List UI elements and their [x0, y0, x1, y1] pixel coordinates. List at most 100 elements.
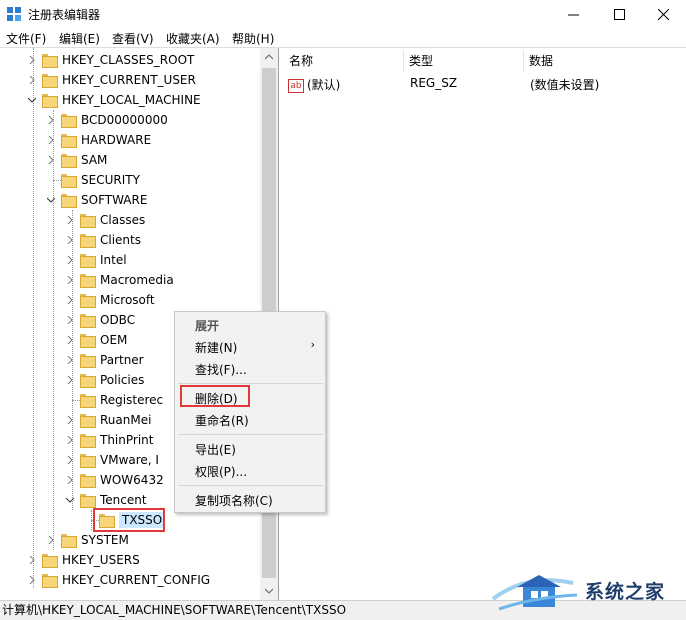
menu-item-rename[interactable]: 重命名(R) — [195, 412, 249, 429]
column-header-data[interactable]: 数据 — [529, 52, 553, 72]
folder-icon — [61, 194, 77, 208]
tree-item-bcd00000000[interactable]: BCD00000000 — [45, 110, 168, 130]
chevron-right-icon[interactable] — [66, 296, 74, 304]
chevron-right-icon[interactable] — [66, 456, 74, 464]
context-menu: 展开 新建(N) › 查找(F)... 删除(D) 重命名(R) 导出(E) 权… — [174, 311, 326, 513]
delete-highlight-box — [180, 385, 250, 407]
maximize-icon — [613, 8, 625, 20]
tree-item-tencent[interactable]: Tencent — [64, 490, 147, 510]
folder-icon — [80, 274, 96, 288]
tree-item-policies[interactable]: Policies — [64, 370, 144, 390]
tree-item-label: Registerec — [100, 393, 164, 407]
tree-item-classes[interactable]: Classes — [64, 210, 145, 230]
chevron-right-icon[interactable] — [47, 156, 55, 164]
chevron-down-icon[interactable] — [66, 496, 74, 504]
tree-item-security[interactable]: SECURITY — [45, 170, 140, 190]
chevron-right-icon[interactable] — [28, 76, 36, 84]
value-data-cell: (数值未设置) — [530, 78, 600, 92]
folder-icon — [61, 154, 77, 168]
tree-item-clients[interactable]: Clients — [64, 230, 141, 250]
folder-icon — [42, 554, 58, 568]
menu-item-new[interactable]: 新建(N) — [195, 339, 237, 356]
chevron-right-icon[interactable] — [28, 576, 36, 584]
tree-item-system[interactable]: SYSTEM — [45, 530, 129, 550]
folder-icon — [42, 94, 58, 108]
tree-item-microsoft[interactable]: Microsoft — [64, 290, 155, 310]
value-list[interactable]: 名称 类型 数据 ab (默认) REG_SZ (数值未设置) — [281, 48, 686, 600]
tree-item-wow6432[interactable]: WOW6432 — [64, 470, 164, 490]
tree-item-label: Policies — [100, 373, 145, 387]
tree-item-oem[interactable]: OEM — [64, 330, 127, 350]
tree-item-hkey-current-config[interactable]: HKEY_CURRENT_CONFIG — [26, 570, 210, 590]
minimize-button[interactable] — [550, 0, 596, 28]
chevron-down-icon[interactable] — [47, 196, 55, 204]
folder-icon — [42, 574, 58, 588]
tree-item-thinprint[interactable]: ThinPrint — [64, 430, 153, 450]
string-value-icon: ab — [288, 78, 304, 93]
menu-favorites[interactable]: 收藏夹(A) — [166, 30, 220, 47]
tree-item-ruanmei[interactable]: RuanMei — [64, 410, 151, 430]
folder-icon — [80, 494, 96, 508]
chevron-right-icon[interactable] — [66, 356, 74, 364]
tree-item-macromedia[interactable]: Macromedia — [64, 270, 174, 290]
tree-item-label: RuanMei — [100, 413, 152, 427]
chevron-right-icon[interactable] — [66, 236, 74, 244]
tree-item-hkey-local-machine[interactable]: HKEY_LOCAL_MACHINE — [26, 90, 201, 110]
menu-item-permissions[interactable]: 权限(P)... — [195, 463, 247, 480]
chevron-right-icon[interactable] — [66, 336, 74, 344]
tree-item-sam[interactable]: SAM — [45, 150, 107, 170]
menu-file[interactable]: 文件(F) — [6, 30, 46, 47]
tree-item-label: HKEY_USERS — [62, 553, 140, 567]
folder-icon — [80, 294, 96, 308]
chevron-right-icon[interactable] — [47, 136, 55, 144]
tree-item-odbc[interactable]: ODBC — [64, 310, 135, 330]
chevron-right-icon[interactable] — [47, 536, 55, 544]
column-header-type[interactable]: 类型 — [409, 52, 433, 72]
tree-item-hardware[interactable]: HARDWARE — [45, 130, 151, 150]
chevron-down-icon[interactable] — [28, 96, 36, 104]
folder-icon — [42, 54, 58, 68]
folder-icon — [80, 454, 96, 468]
chevron-up-icon — [265, 54, 273, 60]
scroll-down-button[interactable] — [260, 582, 278, 600]
chevron-right-icon[interactable] — [28, 56, 36, 64]
chevron-right-icon[interactable] — [66, 276, 74, 284]
close-button[interactable] — [640, 0, 686, 28]
scroll-up-button[interactable] — [260, 48, 278, 66]
tree-item-registered[interactable]: Registerec — [64, 390, 163, 410]
watermark-logo: 系统之家 — [487, 565, 683, 617]
chevron-right-icon[interactable] — [47, 116, 55, 124]
maximize-button[interactable] — [596, 0, 642, 28]
menu-item-expand[interactable]: 展开 — [195, 317, 219, 334]
tree-item-hkey-classes-root[interactable]: HKEY_CLASSES_ROOT — [26, 50, 194, 70]
tree-item-label: SYSTEM — [81, 533, 129, 547]
menu-item-copy-key-name[interactable]: 复制项名称(C) — [195, 492, 273, 509]
menu-view[interactable]: 查看(V) — [112, 30, 154, 47]
regedit-icon — [7, 7, 21, 21]
folder-icon — [61, 174, 77, 188]
tree-item-intel[interactable]: Intel — [64, 250, 127, 270]
chevron-right-icon[interactable] — [66, 316, 74, 324]
menu-edit[interactable]: 编辑(E) — [59, 30, 100, 47]
menu-item-export[interactable]: 导出(E) — [195, 441, 236, 458]
chevron-right-icon[interactable] — [66, 376, 74, 384]
tree-item-label: SOFTWARE — [81, 193, 148, 207]
tree-item-hkey-current-user[interactable]: HKEY_CURRENT_USER — [26, 70, 196, 90]
chevron-right-icon[interactable] — [28, 556, 36, 564]
tree-item-vmware[interactable]: VMware, I — [64, 450, 159, 470]
chevron-right-icon[interactable] — [66, 416, 74, 424]
menu-help[interactable]: 帮助(H) — [232, 30, 274, 47]
folder-icon — [80, 474, 96, 488]
tree-item-software[interactable]: SOFTWARE — [45, 190, 147, 210]
chevron-right-icon[interactable] — [66, 256, 74, 264]
tree-item-hkey-users[interactable]: HKEY_USERS — [26, 550, 140, 570]
tree-item-partner[interactable]: Partner — [64, 350, 144, 370]
submenu-arrow-icon: › — [310, 338, 315, 351]
chevron-right-icon[interactable] — [66, 216, 74, 224]
column-header-name[interactable]: 名称 — [289, 52, 313, 72]
menu-item-find[interactable]: 查找(F)... — [195, 361, 247, 378]
folder-icon — [80, 314, 96, 328]
chevron-right-icon[interactable] — [66, 476, 74, 484]
chevron-right-icon[interactable] — [66, 436, 74, 444]
house-logo-icon — [491, 575, 578, 611]
